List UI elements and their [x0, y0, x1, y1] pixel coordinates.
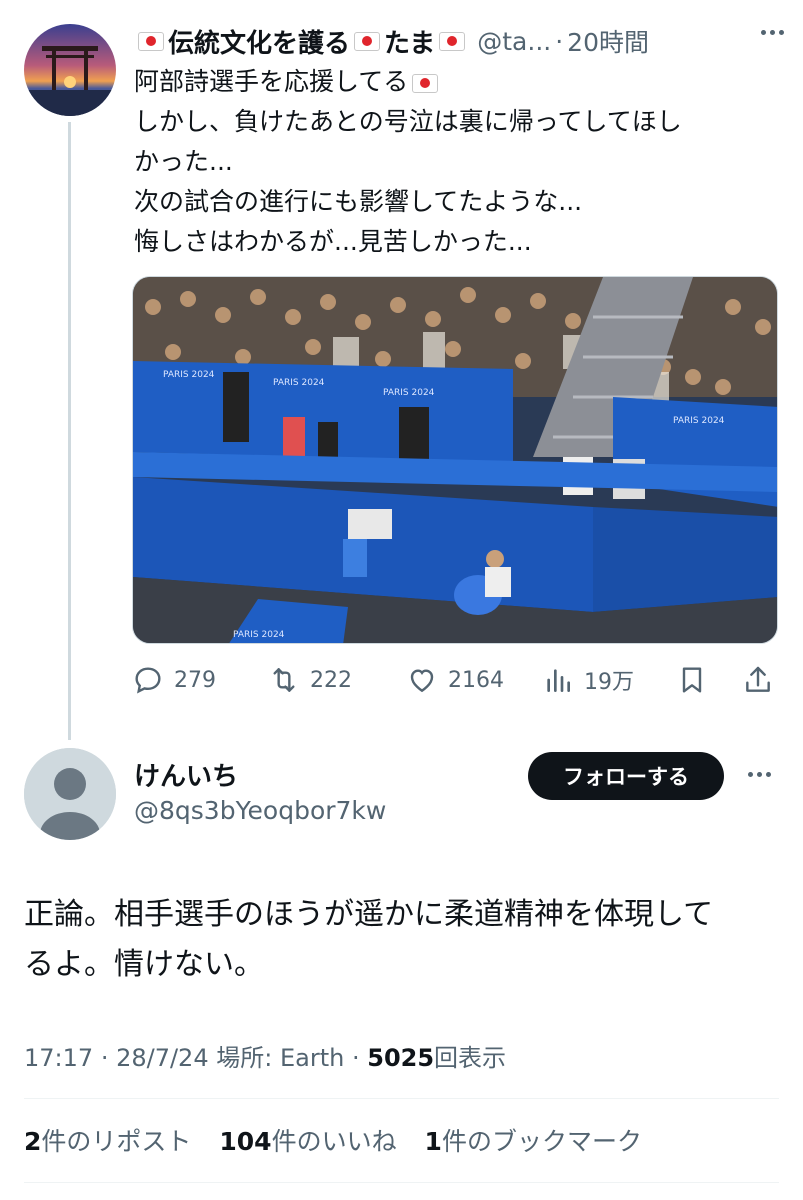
- reposts-stat[interactable]: 2件のリポスト: [24, 1127, 191, 1156]
- like-button[interactable]: 2164: [406, 656, 504, 704]
- japan-flag-icon: [412, 73, 439, 93]
- reply-tweet-text: 正論。相手選手のほうが遥かに柔道精神を体現して るよ。情けない。: [24, 890, 784, 990]
- tweet-media-photo[interactable]: PARIS 2024 PARIS 2024 PARIS 2024 PARIS 2…: [132, 276, 778, 644]
- tweet-action-bar: 279 222 2164 19万: [132, 656, 778, 704]
- separator-dot: ·: [555, 26, 564, 56]
- divider: [24, 1182, 779, 1183]
- reply-author-handle[interactable]: @8qs3bYeoqbor7kw: [134, 796, 386, 825]
- views-label: 回表示: [434, 1044, 507, 1072]
- heart-icon: [410, 669, 434, 693]
- bookmarks-stat[interactable]: 1件のブックマーク: [425, 1127, 642, 1156]
- paris-2024-logo: PARIS 2024: [163, 370, 215, 380]
- bookmark-button[interactable]: [676, 656, 718, 704]
- more-options-icon[interactable]: [748, 772, 771, 777]
- thread-connector: [68, 122, 71, 740]
- paris-2024-logo: PARIS 2024: [383, 388, 435, 398]
- author-name[interactable]: 伝統文化を護る たま: [134, 23, 469, 60]
- tweet-time[interactable]: 17:17: [24, 1044, 93, 1072]
- tweet-line: るよ。情けない。: [24, 947, 264, 982]
- reply-icon: [135, 667, 161, 694]
- views-count: 5025: [367, 1044, 435, 1072]
- bookmark-icon: [682, 667, 702, 693]
- torii-sunset-icon: [24, 24, 116, 116]
- tweet-line: 正論。相手選手のほうが遥かに柔道精神を体現して: [24, 897, 714, 932]
- tweet-date[interactable]: 28/7/24: [116, 1044, 209, 1072]
- likes-stat[interactable]: 104件のいいね: [219, 1127, 396, 1156]
- share-icon: [746, 666, 770, 692]
- tweet-line: 次の試合の進行にも影響してたような...: [134, 187, 583, 216]
- engagement-stats: 2件のリポスト 104件のいいね 1件のブックマーク: [24, 1122, 642, 1158]
- japan-flag-icon: [439, 31, 466, 51]
- paris-2024-logo: PARIS 2024: [233, 630, 285, 640]
- japan-flag-icon: [354, 31, 381, 51]
- author-avatar[interactable]: [24, 24, 116, 116]
- japan-flag-icon: [138, 31, 164, 51]
- reply-button[interactable]: 279: [132, 656, 216, 704]
- tweet-line: 悔しさはわかるが...見苦しかった...: [134, 227, 532, 256]
- location-label: 場所:: [216, 1044, 273, 1072]
- views-chart-icon: [547, 669, 570, 692]
- tweet-meta: 17:17 · 28/7/24 場所: Earth · 5025回表示: [24, 1044, 507, 1072]
- divider: [24, 1098, 779, 1099]
- arena-photo: PARIS 2024 PARIS 2024 PARIS 2024 PARIS 2…: [133, 277, 777, 643]
- tweet-line: しかし、負けたあとの号泣は裏に帰ってしてほし: [134, 107, 682, 136]
- location-value: Earth: [279, 1044, 345, 1072]
- follow-button[interactable]: フォローする: [528, 752, 724, 800]
- repost-button[interactable]: 222: [268, 656, 352, 704]
- views-button[interactable]: 19万: [542, 656, 634, 704]
- default-avatar-icon: [24, 748, 116, 840]
- author-handle[interactable]: @ta...: [477, 27, 551, 56]
- repost-icon: [273, 668, 295, 692]
- parent-tweet-text: 阿部詩選手を応援してる しかし、負けたあとの号泣は裏に帰ってしてほし かった..…: [134, 62, 784, 262]
- tweet-line: かった...: [134, 147, 233, 176]
- tweet-line: 阿部詩選手を応援してる: [134, 62, 784, 102]
- reply-author-name[interactable]: けんいち: [134, 756, 238, 793]
- tweet-time[interactable]: 20時間: [567, 23, 649, 59]
- parent-tweet-header: 伝統文化を護る たま @ta... · 20時間: [134, 22, 784, 60]
- more-options-icon[interactable]: [761, 30, 784, 35]
- paris-2024-logo: PARIS 2024: [673, 416, 725, 426]
- reply-author-avatar[interactable]: [24, 748, 116, 840]
- paris-2024-logo: PARIS 2024: [273, 378, 325, 388]
- share-button[interactable]: [742, 656, 784, 704]
